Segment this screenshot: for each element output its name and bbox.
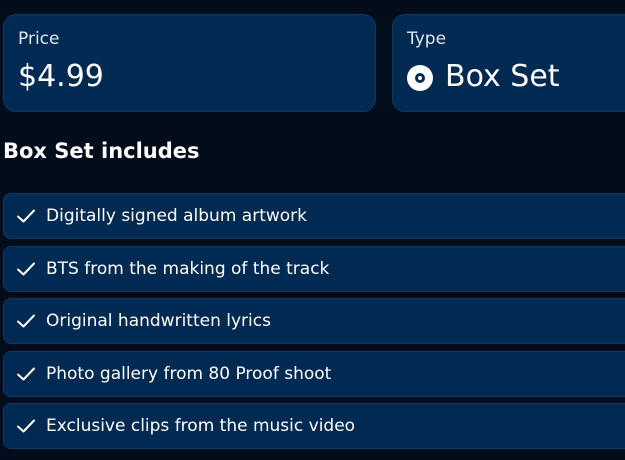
type-value-row: Box Set (407, 59, 560, 94)
check-icon (16, 261, 36, 277)
check-icon (16, 366, 36, 382)
section-title: Box Set includes (3, 139, 200, 163)
list-item: BTS from the making of the track (3, 245, 625, 292)
list-item-label: BTS from the making of the track (46, 258, 330, 279)
price-card: Price $4.99 (3, 14, 376, 112)
list-item: Original handwritten lyrics (3, 298, 625, 344)
list-item: Digitally signed album artwork (3, 193, 625, 239)
list-item-label: Exclusive clips from the music video (46, 416, 356, 436)
price-value: $4.99 (18, 59, 104, 94)
includes-list: Digitally signed album artwork BTS from … (3, 193, 625, 456)
check-icon (16, 208, 36, 224)
price-label: Price (18, 29, 60, 49)
type-value: Box Set (445, 59, 560, 94)
check-icon (16, 418, 36, 434)
list-item: Exclusive clips from the music video (3, 403, 625, 449)
list-item-label: Digitally signed album artwork (46, 206, 308, 226)
list-item: Photo gallery from 80 Proof shoot (3, 350, 625, 397)
check-icon (16, 313, 36, 329)
type-label: Type (407, 29, 447, 49)
type-card: Type Box Set (392, 14, 625, 112)
list-item-label: Original handwritten lyrics (46, 311, 271, 331)
disc-icon (407, 64, 433, 91)
list-item-label: Photo gallery from 80 Proof shoot (46, 363, 332, 384)
